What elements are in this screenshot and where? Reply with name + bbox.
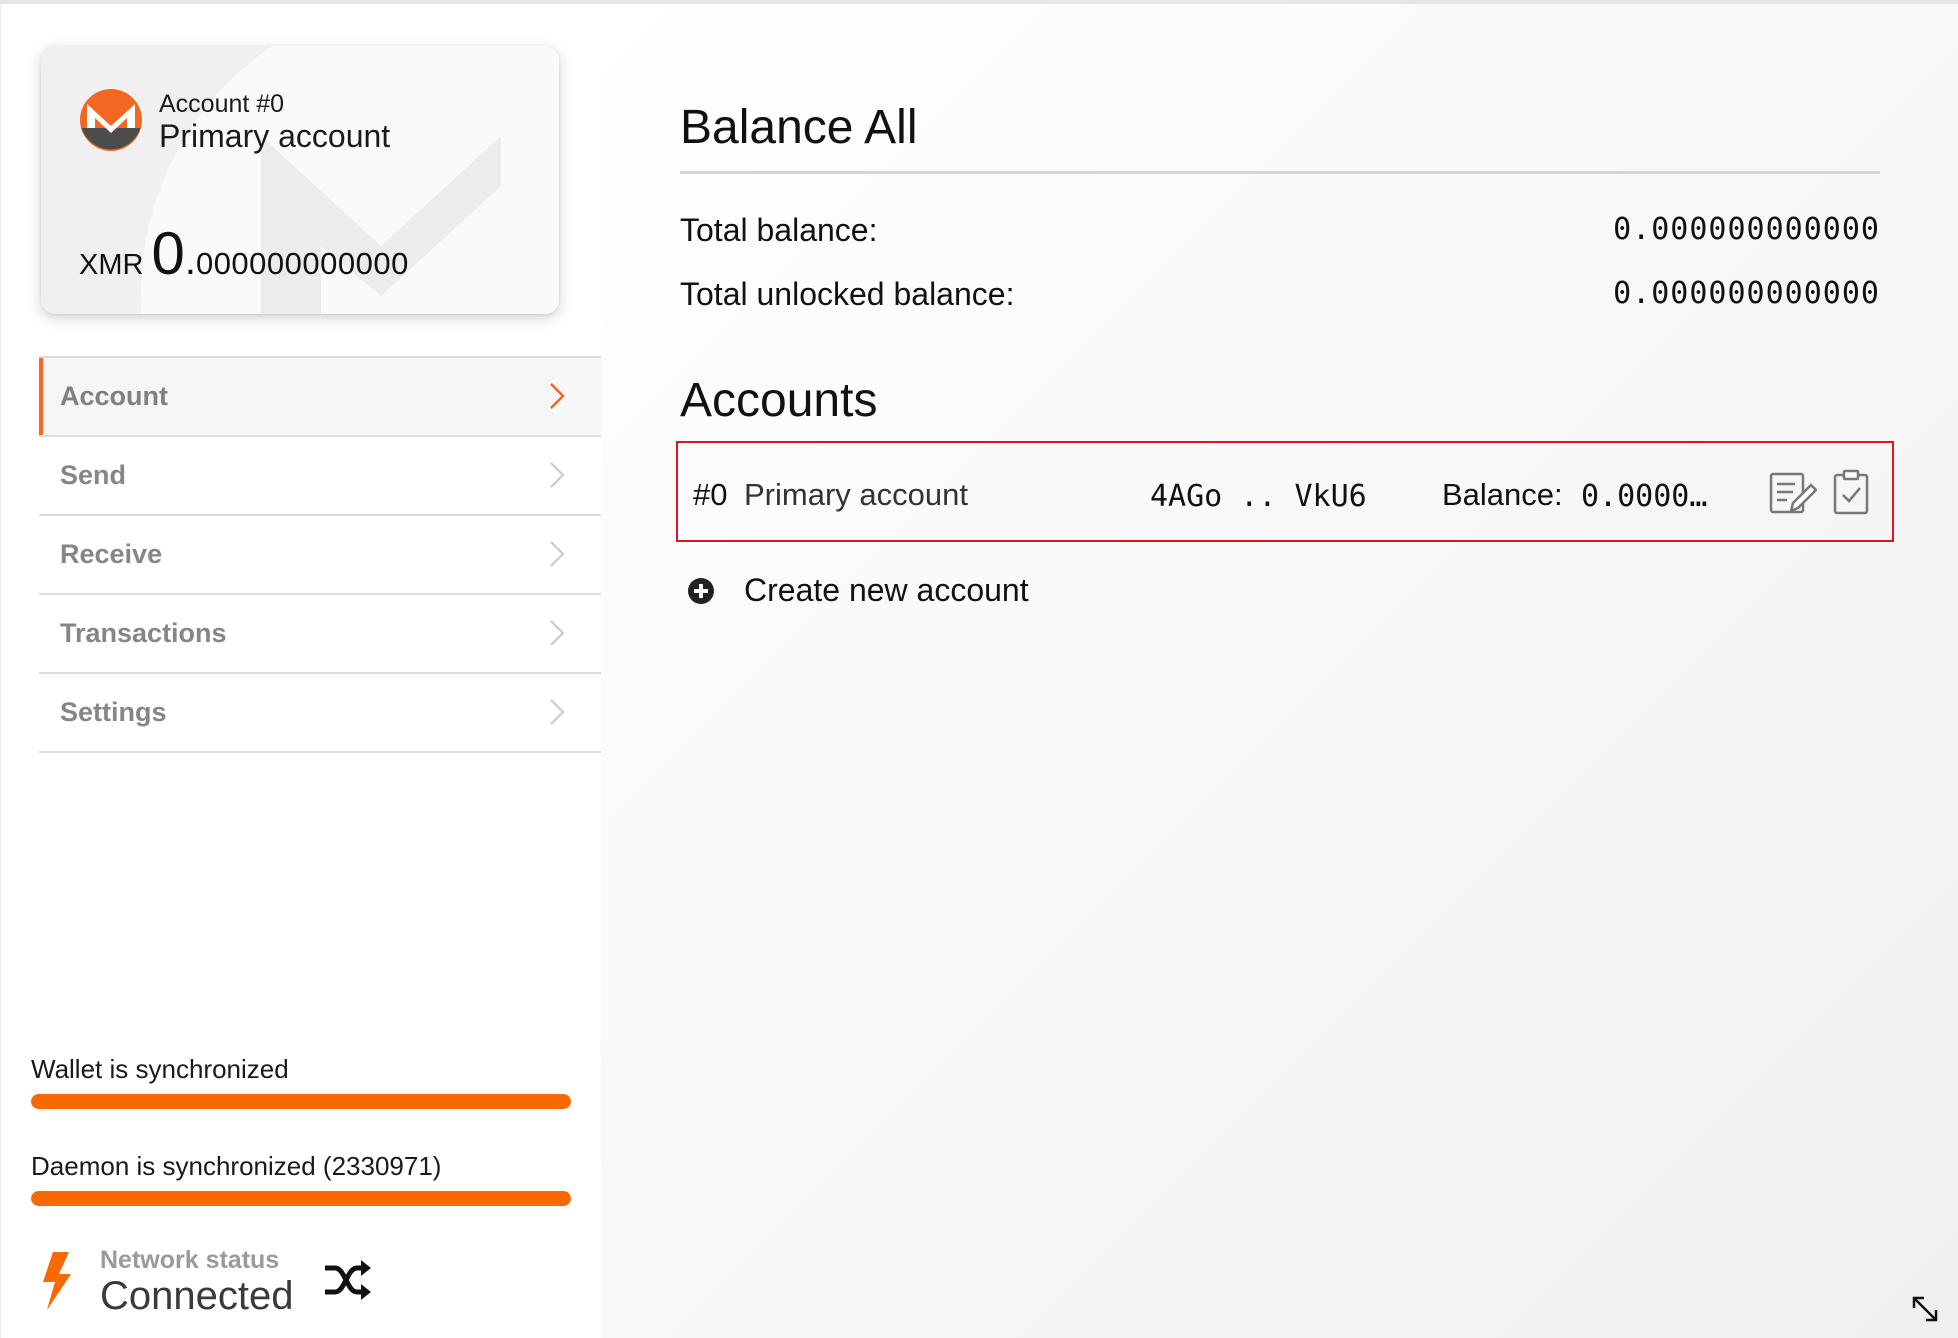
wallet-sync-progress xyxy=(31,1094,571,1109)
sidebar-item-label: Send xyxy=(60,460,127,490)
sidebar: Account #0 Primary account XMR 0 . 00000… xyxy=(0,4,602,1338)
sidebar-item-account[interactable]: Account xyxy=(39,356,601,437)
edit-icon[interactable] xyxy=(1769,471,1817,515)
balance-dot: . xyxy=(184,239,196,283)
sidebar-item-receive[interactable]: Receive xyxy=(39,516,601,595)
resize-icon[interactable] xyxy=(1910,1294,1940,1324)
account-address: 4AGo .. VkU6 xyxy=(1150,479,1367,514)
daemon-sync-progress-fill xyxy=(31,1191,571,1206)
sidebar-item-settings[interactable]: Settings xyxy=(39,674,601,753)
account-row-name: Primary account xyxy=(744,477,968,512)
balance-integer: 0 xyxy=(151,220,185,287)
account-card: Account #0 Primary account XMR 0 . 00000… xyxy=(41,46,559,314)
clipboard-icon[interactable] xyxy=(1833,469,1869,515)
chevron-right-icon xyxy=(550,541,565,567)
monero-logo-icon xyxy=(80,89,142,151)
sidebar-item-label: Settings xyxy=(60,697,167,727)
balance-decimals: 000000000000 xyxy=(195,246,409,281)
account-number: Account #0 xyxy=(159,90,285,118)
plus-circle-icon xyxy=(688,577,714,604)
daemon-sync-label: Daemon is synchronized (2330971) xyxy=(31,1151,442,1181)
sidebar-item-label: Receive xyxy=(60,539,163,569)
page-title: Balance All xyxy=(680,101,918,154)
chevron-right-icon xyxy=(550,383,565,409)
title-divider xyxy=(680,171,1880,174)
sidebar-item-transactions[interactable]: Transactions xyxy=(39,595,601,674)
wallet-sync-label: Wallet is synchronized xyxy=(31,1054,289,1084)
shuffle-icon[interactable] xyxy=(323,1258,371,1302)
account-index: #0 xyxy=(693,477,728,512)
unlocked-balance-row: Total unlocked balance: 0.000000000000 xyxy=(680,276,1880,316)
lightning-icon xyxy=(43,1252,71,1310)
chevron-right-icon xyxy=(550,620,565,646)
total-balance-label: Total balance: xyxy=(680,212,878,248)
account-name: Primary account xyxy=(159,118,391,154)
total-balance-value: 0.000000000000 xyxy=(1613,212,1880,247)
total-balance-row: Total balance: 0.000000000000 xyxy=(680,212,1880,252)
unlocked-balance-label: Total unlocked balance: xyxy=(680,276,1015,312)
daemon-sync-progress xyxy=(31,1191,571,1206)
create-account-label: Create new account xyxy=(744,572,1029,608)
sidebar-nav: Account Send Receive Transactions Settin… xyxy=(39,356,601,753)
account-balance-label: Balance: xyxy=(1442,477,1563,512)
chevron-right-icon xyxy=(550,462,565,488)
unlocked-balance-value: 0.000000000000 xyxy=(1613,276,1880,311)
account-balance-value: 0.0000… xyxy=(1581,479,1708,514)
network-status-value: Connected xyxy=(100,1274,294,1318)
card-balance: XMR 0 . 000000000000 xyxy=(79,224,409,284)
sidebar-item-send[interactable]: Send xyxy=(39,437,601,516)
accounts-title: Accounts xyxy=(680,374,878,427)
account-row[interactable]: #0 Primary account 4AGo .. VkU6 Balance:… xyxy=(676,441,1894,542)
main-content: Balance All Total balance: 0.00000000000… xyxy=(601,4,1958,1338)
sidebar-item-label: Transactions xyxy=(60,618,227,648)
network-status-title: Network status xyxy=(100,1246,280,1274)
wallet-sync-progress-fill xyxy=(31,1094,571,1109)
create-account-button[interactable]: Create new account xyxy=(687,572,1029,609)
chevron-right-icon xyxy=(550,699,565,725)
currency-label: XMR xyxy=(79,249,144,281)
sidebar-item-label: Account xyxy=(60,381,168,411)
